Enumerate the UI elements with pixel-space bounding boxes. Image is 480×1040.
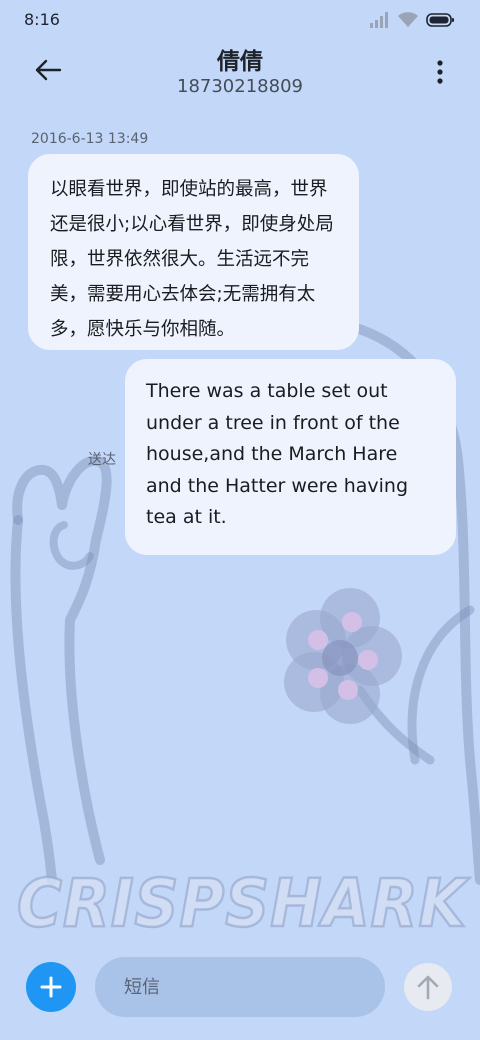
status-time: 8:16 xyxy=(24,10,60,29)
conversation-header: 倩倩 18730218809 xyxy=(0,40,480,110)
wifi-icon xyxy=(398,12,418,27)
message-input-container[interactable] xyxy=(95,957,385,1017)
message-input[interactable] xyxy=(122,975,366,999)
contact-name: 倩倩 xyxy=(217,49,263,75)
svg-text:CRISPSHARK: CRISPSHARK xyxy=(17,865,471,940)
message-composer xyxy=(0,950,480,1030)
outgoing-message-bubble[interactable]: There was a table set out under a tree i… xyxy=(125,359,456,555)
status-bar: 8:16 xyxy=(0,0,480,40)
battery-icon xyxy=(426,13,454,27)
add-attachment-button[interactable] xyxy=(26,962,76,1012)
status-icons xyxy=(370,12,454,28)
outgoing-message-text: There was a table set out under a tree i… xyxy=(146,380,409,528)
contact-number: 18730218809 xyxy=(177,76,303,97)
delivery-status: 送达 xyxy=(88,452,116,468)
wallpaper-watermark: CRISPSHARK xyxy=(12,860,472,944)
incoming-message-text: 以眼看世界，即使站的最高，世界还是很小;以心看世界，即使身处局限，世界依然很大。… xyxy=(50,179,334,340)
incoming-message-bubble[interactable]: 以眼看世界，即使站的最高，世界还是很小;以心看世界，即使身处局限，世界依然很大。… xyxy=(28,154,359,350)
more-options-button[interactable] xyxy=(428,52,452,92)
message-timestamp: 2016-6-13 13:49 xyxy=(31,131,149,147)
send-arrow-up-icon xyxy=(417,975,439,1000)
send-button[interactable] xyxy=(404,963,452,1011)
plus-icon xyxy=(40,976,62,998)
signal-icon xyxy=(370,12,388,28)
more-vertical-icon xyxy=(437,60,443,84)
